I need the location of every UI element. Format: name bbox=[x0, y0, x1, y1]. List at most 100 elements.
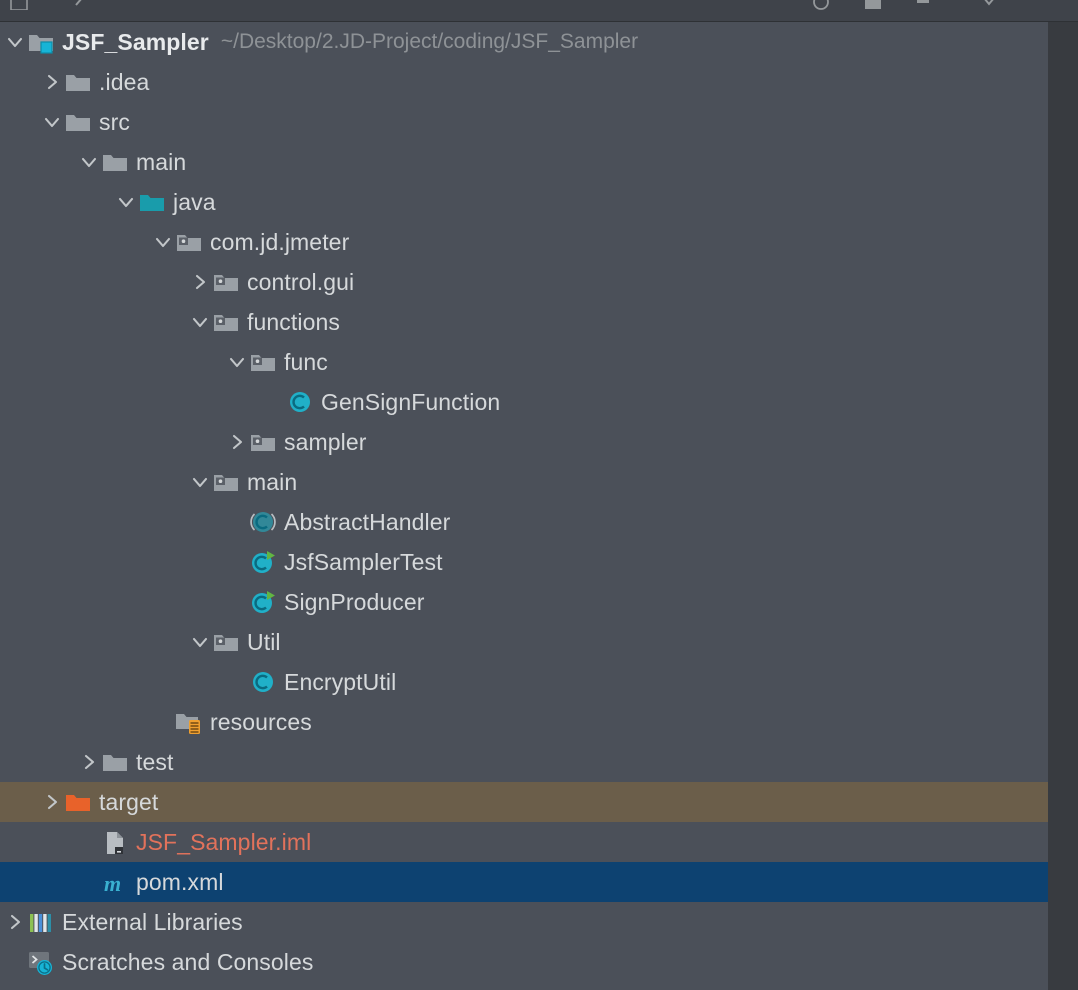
package-icon bbox=[248, 347, 278, 377]
tree-row[interactable]: Scratches and Consoles bbox=[0, 942, 1048, 982]
tree-node-label: .idea bbox=[99, 69, 149, 96]
tree-row[interactable]: control.gui bbox=[0, 262, 1048, 302]
tree-row-content: main bbox=[78, 147, 186, 177]
tree-row[interactable]: main bbox=[0, 142, 1048, 182]
minimize-icon[interactable] bbox=[912, 0, 934, 10]
indent-spacer bbox=[0, 82, 41, 83]
tree-node-label: main bbox=[136, 149, 186, 176]
package-icon bbox=[248, 427, 278, 457]
tree-node-label: SignProducer bbox=[284, 589, 425, 616]
tree-row[interactable]: main bbox=[0, 462, 1048, 502]
tree-row-content: AbstractHandler bbox=[226, 507, 450, 537]
maven-file-icon: m bbox=[100, 867, 130, 897]
chevron-right-icon[interactable] bbox=[41, 791, 63, 813]
tree-row[interactable]: com.jd.jmeter bbox=[0, 222, 1048, 262]
tree-row[interactable]: .idea bbox=[0, 62, 1048, 102]
tree-row[interactable]: JSF_Sampler.iml bbox=[0, 822, 1048, 862]
tree-row[interactable]: src bbox=[0, 102, 1048, 142]
tree-row-content: sampler bbox=[226, 427, 367, 457]
svg-text:m: m bbox=[104, 871, 121, 896]
package-icon bbox=[211, 267, 241, 297]
tree-row[interactable]: resources bbox=[0, 702, 1048, 742]
java-class-icon bbox=[248, 667, 278, 697]
chevron-down-icon[interactable] bbox=[226, 351, 248, 373]
abstract-class-icon bbox=[248, 507, 278, 537]
source-root-folder-icon bbox=[137, 187, 167, 217]
tree-row[interactable]: target bbox=[0, 782, 1048, 822]
scratches-icon bbox=[26, 947, 56, 977]
chevron-down-icon[interactable] bbox=[189, 471, 211, 493]
indent-spacer bbox=[0, 362, 226, 363]
project-tree[interactable]: JSF_Sampler~/Desktop/2.JD-Project/coding… bbox=[0, 22, 1048, 990]
tree-row-content: test bbox=[78, 747, 173, 777]
tree-node-label: func bbox=[284, 349, 328, 376]
twisty-spacer bbox=[78, 831, 100, 853]
tree-node-label: External Libraries bbox=[62, 909, 243, 936]
tree-row[interactable]: functions bbox=[0, 302, 1048, 342]
chevron-down-icon[interactable] bbox=[189, 311, 211, 333]
tree-row-content: Util bbox=[189, 627, 281, 657]
chevron-down-icon[interactable] bbox=[78, 151, 100, 173]
panel-gutter bbox=[1048, 22, 1078, 990]
tree-row-content: main bbox=[189, 467, 297, 497]
indent-spacer bbox=[0, 682, 226, 683]
twisty-spacer bbox=[78, 871, 100, 893]
chevron-right-icon[interactable] bbox=[4, 911, 26, 933]
tree-node-label: test bbox=[136, 749, 173, 776]
indent-spacer bbox=[0, 402, 263, 403]
tree-row[interactable]: SignProducer bbox=[0, 582, 1048, 622]
tree-row[interactable]: Util bbox=[0, 622, 1048, 662]
tree-row[interactable]: AbstractHandler bbox=[0, 502, 1048, 542]
chevron-right-icon[interactable] bbox=[226, 431, 248, 453]
tree-node-label: control.gui bbox=[247, 269, 354, 296]
twisty-spacer bbox=[263, 391, 285, 413]
tree-row[interactable]: External Libraries bbox=[0, 902, 1048, 942]
tree-node-label: pom.xml bbox=[136, 869, 224, 896]
package-icon bbox=[211, 467, 241, 497]
chevron-right-icon[interactable] bbox=[41, 71, 63, 93]
folder-icon bbox=[63, 67, 93, 97]
iml-file-icon bbox=[100, 827, 130, 857]
chevron-down-icon[interactable] bbox=[4, 31, 26, 53]
chevron-down-icon[interactable] bbox=[189, 631, 211, 653]
tree-node-path: ~/Desktop/2.JD-Project/coding/JSF_Sample… bbox=[221, 30, 638, 54]
chevron-down-icon[interactable] bbox=[978, 0, 1000, 10]
tree-row[interactable]: sampler bbox=[0, 422, 1048, 462]
window-icon[interactable] bbox=[8, 0, 30, 10]
tree-node-label: Scratches and Consoles bbox=[62, 949, 314, 976]
tree-row[interactable]: JsfSamplerTest bbox=[0, 542, 1048, 582]
indent-spacer bbox=[0, 442, 226, 443]
tree-node-label: main bbox=[247, 469, 297, 496]
tree-row-content: func bbox=[226, 347, 328, 377]
indent-spacer bbox=[0, 722, 152, 723]
tree-row[interactable]: GenSignFunction bbox=[0, 382, 1048, 422]
indent-spacer bbox=[0, 482, 189, 483]
twisty-spacer bbox=[226, 511, 248, 533]
tree-node-label: Util bbox=[247, 629, 281, 656]
indent-spacer bbox=[0, 562, 226, 563]
indent-spacer bbox=[0, 122, 41, 123]
tree-row[interactable]: test bbox=[0, 742, 1048, 782]
folder-icon bbox=[100, 147, 130, 177]
indent-spacer bbox=[0, 602, 226, 603]
tree-row-content: com.jd.jmeter bbox=[152, 227, 349, 257]
twisty-spacer bbox=[4, 951, 26, 973]
tree-row-content: Scratches and Consoles bbox=[4, 947, 314, 977]
tree-row[interactable]: m pom.xml bbox=[0, 862, 1048, 902]
indent-spacer bbox=[0, 642, 189, 643]
chevron-right-icon[interactable] bbox=[189, 271, 211, 293]
monitor-icon[interactable] bbox=[862, 0, 884, 10]
module-folder-icon bbox=[26, 27, 56, 57]
chevron-down-icon[interactable] bbox=[41, 111, 63, 133]
tree-row[interactable]: EncryptUtil bbox=[0, 662, 1048, 702]
wrench-icon[interactable] bbox=[68, 0, 90, 10]
chevron-right-icon[interactable] bbox=[78, 751, 100, 773]
tree-row[interactable]: java bbox=[0, 182, 1048, 222]
chevron-down-icon[interactable] bbox=[152, 231, 174, 253]
help-icon[interactable] bbox=[810, 0, 832, 10]
tree-row[interactable]: func bbox=[0, 342, 1048, 382]
tree-row[interactable]: JSF_Sampler~/Desktop/2.JD-Project/coding… bbox=[0, 22, 1048, 62]
tree-row-content: functions bbox=[189, 307, 340, 337]
tree-row-content: GenSignFunction bbox=[263, 387, 500, 417]
chevron-down-icon[interactable] bbox=[115, 191, 137, 213]
